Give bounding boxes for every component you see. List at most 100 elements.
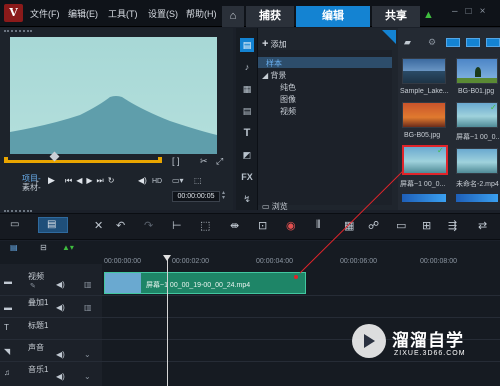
tree-sample[interactable]: 样本 bbox=[266, 58, 282, 69]
menu-tools[interactable]: 工具(T) bbox=[108, 7, 138, 20]
video-filter-icon[interactable] bbox=[446, 38, 460, 47]
track-manager-icon[interactable]: ▤ bbox=[10, 243, 18, 252]
tools-icon[interactable]: ✕ bbox=[94, 219, 103, 232]
tab-capture[interactable]: 捕获 bbox=[246, 6, 294, 27]
timeline-header bbox=[0, 241, 500, 254]
redo-icon[interactable]: ↷ bbox=[144, 219, 153, 232]
thumb-label: 未命名-2.mp4 bbox=[456, 181, 499, 188]
thumb-lake[interactable] bbox=[402, 58, 446, 84]
add-label: 添加 bbox=[270, 40, 287, 49]
mark-in-handle[interactable] bbox=[4, 157, 8, 163]
tree-video[interactable]: 视频 bbox=[280, 106, 296, 117]
instant-project-icon[interactable]: ▦ bbox=[240, 82, 254, 96]
clip-label: 屏幕~1 00_00_19-00_00_24.mp4 bbox=[146, 282, 251, 289]
tree-image[interactable]: 图像 bbox=[280, 94, 296, 105]
grid-icon[interactable]: ⊞ bbox=[422, 219, 431, 232]
tab-edit[interactable]: 编辑 bbox=[296, 6, 370, 27]
snap-icon[interactable]: ⇼ bbox=[230, 219, 239, 232]
subtitle-icon[interactable]: ▦ bbox=[344, 219, 354, 232]
settings-icon[interactable]: ⚙ bbox=[428, 37, 436, 48]
storyboard-view-icon[interactable]: ▭ bbox=[10, 219, 19, 230]
browse-button[interactable]: ▭ 浏览 bbox=[262, 201, 288, 212]
play-shape bbox=[364, 334, 375, 348]
media-icon[interactable]: ▤ bbox=[240, 38, 254, 52]
edit-icon[interactable]: ✎ bbox=[30, 282, 36, 290]
menu-help[interactable]: 帮助(H) bbox=[186, 7, 217, 20]
scrub-bar[interactable] bbox=[4, 160, 162, 163]
track-lock-icon[interactable]: ▥ bbox=[84, 303, 92, 312]
path-icon[interactable]: ↯ bbox=[240, 192, 254, 206]
thumb-partial[interactable] bbox=[402, 194, 446, 202]
transition-icon[interactable]: ♪ bbox=[240, 60, 254, 74]
menu-file[interactable]: 文件(F) bbox=[30, 7, 60, 20]
track-divider bbox=[0, 295, 500, 296]
folder-icon[interactable]: ▰ bbox=[404, 37, 411, 48]
more-icon[interactable]: ⇄ bbox=[478, 219, 487, 232]
menu-settings[interactable]: 设置(S) bbox=[148, 7, 178, 20]
mark-out-handle[interactable] bbox=[158, 157, 162, 163]
graphics-icon[interactable]: ◩ bbox=[240, 148, 254, 162]
aspect-icon[interactable]: ▭▾ bbox=[172, 176, 184, 185]
tree-solid-color[interactable]: 纯色 bbox=[280, 82, 296, 93]
track-expand-icon[interactable]: ⌄ bbox=[84, 372, 91, 381]
effects-tool-icon[interactable]: ◉ bbox=[286, 219, 296, 232]
home-icon[interactable]: ⌂ bbox=[222, 6, 244, 27]
volume-icon[interactable]: ◀) bbox=[138, 176, 147, 185]
panel-grip[interactable] bbox=[4, 30, 32, 33]
track-name-overlay: 叠加1 bbox=[28, 298, 49, 307]
audio-filter-icon[interactable] bbox=[486, 38, 500, 47]
transition-tool-icon[interactable]: ⊡ bbox=[258, 219, 267, 232]
undo-icon[interactable]: ↶ bbox=[116, 219, 125, 232]
hd-icon[interactable]: HD bbox=[152, 178, 162, 185]
multitrim-icon[interactable]: ⇶ bbox=[448, 219, 457, 232]
check-icon: ✓ bbox=[490, 103, 497, 112]
ruler-tick: 00:00:02:00 bbox=[172, 258, 209, 265]
clip-thumbnail bbox=[105, 273, 141, 293]
play-icon[interactable]: ▶ bbox=[48, 175, 55, 186]
playhead-line[interactable] bbox=[167, 258, 168, 386]
window-controls[interactable]: –□× bbox=[452, 6, 493, 17]
thumb-label: 屏幕~1 00_0... bbox=[400, 181, 446, 188]
title-tool-icon[interactable]: ▭ bbox=[396, 219, 406, 232]
ruler-tick: 00:00:04:00 bbox=[256, 258, 293, 265]
thumb-untitled[interactable] bbox=[456, 148, 498, 174]
thumb-bg-b05[interactable] bbox=[402, 102, 446, 128]
link-icon[interactable]: ☍ bbox=[368, 219, 379, 232]
title-template-icon[interactable]: ▤ bbox=[240, 104, 254, 118]
transport-icons[interactable]: ⏮◀▶⏭↻ bbox=[65, 176, 118, 186]
grass-shape bbox=[457, 78, 497, 83]
fx-icon[interactable]: FX bbox=[240, 170, 254, 184]
title-icon[interactable]: T bbox=[240, 126, 254, 140]
check-icon: ✓ bbox=[437, 146, 444, 155]
timecode-stepper[interactable]: ▴ ▾ bbox=[222, 190, 225, 201]
record-icon[interactable]: ⬚ bbox=[200, 219, 210, 232]
tab-share[interactable]: 共享 bbox=[372, 6, 420, 27]
image-filter-icon[interactable] bbox=[466, 38, 480, 47]
track-volume-icon[interactable]: ◀) bbox=[56, 280, 65, 289]
track-volume-icon[interactable]: ◀) bbox=[56, 372, 65, 381]
ruler-tick: 00:00:06:00 bbox=[340, 258, 377, 265]
track-volume-icon[interactable]: ◀) bbox=[56, 350, 65, 359]
add-folder-button[interactable]: + 添加 bbox=[262, 38, 287, 50]
upload-arrow-icon[interactable]: ▲ bbox=[423, 9, 434, 21]
thumb-partial[interactable] bbox=[456, 194, 498, 202]
thumb-bg-b01[interactable] bbox=[456, 58, 498, 84]
track-volume-icon[interactable]: ◀) bbox=[56, 303, 65, 312]
tree-background[interactable]: ◢ 背景 bbox=[262, 70, 286, 81]
snapshot-icon[interactable]: ⬚ bbox=[194, 176, 202, 185]
mark-in-out-icons[interactable]: [ ] bbox=[172, 156, 180, 166]
tree-expand-icon[interactable]: ◢ bbox=[262, 71, 268, 80]
audio-mixer-icon[interactable]: ⫴ bbox=[316, 219, 321, 232]
mode-toggle-icon[interactable]: ▸ bbox=[36, 178, 39, 185]
fit-icon[interactable]: ⊢ bbox=[172, 219, 182, 232]
timecode-field[interactable]: 00:00:00:05 bbox=[172, 191, 220, 202]
marker-icon[interactable]: ▲▾ bbox=[62, 243, 74, 252]
app-logo: V bbox=[4, 4, 23, 22]
expand-icon[interactable]: ⤢ bbox=[216, 156, 223, 167]
track-lock-icon[interactable]: ▥ bbox=[84, 280, 92, 289]
track-expand-icon[interactable]: ⌄ bbox=[84, 350, 91, 359]
menu-edit[interactable]: 编辑(E) bbox=[68, 7, 98, 20]
chapter-icon[interactable]: ⊟ bbox=[40, 243, 47, 252]
split-icon[interactable]: ✂ bbox=[200, 156, 208, 167]
overlay-track-icon: ▬ bbox=[4, 303, 12, 312]
